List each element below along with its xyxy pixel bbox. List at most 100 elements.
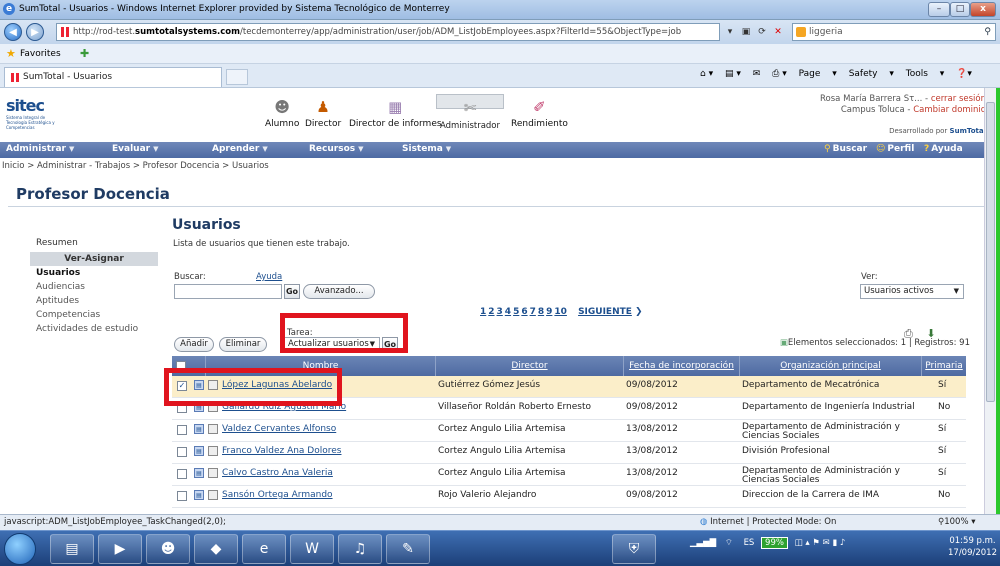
sitec-logo[interactable]: sitec Sistema Integral de Tecnología Est… [6,96,66,130]
refresh-icon[interactable]: ⟳ [754,23,770,41]
back-icon[interactable]: ◀ [4,23,22,41]
nav-recursos[interactable]: Recursos ▼ [309,144,364,154]
clock[interactable]: 01:59 p.m. 17/09/2012 [948,535,997,559]
mail-icon[interactable]: ✉ [753,69,761,79]
user-name-link[interactable]: Valdez Cervantes Alfonso [222,424,336,434]
page-9[interactable]: 9 [546,307,552,317]
col-director[interactable]: Director [436,356,624,376]
language-indicator[interactable]: ES [744,538,755,548]
profile-card-icon[interactable]: ▤ [194,446,204,456]
row-checkbox[interactable] [177,491,187,501]
breadcrumb[interactable]: Inicio > Administrar - Trabajos > Profes… [2,161,269,171]
feeds-icon[interactable]: ▤ ▾ [725,69,741,79]
search-icon[interactable]: ⚲ [984,24,991,40]
shield-icon[interactable]: ⛨ [612,534,656,564]
safety-menu[interactable]: Safety ▾ [849,69,894,79]
row-checkbox[interactable] [177,425,187,435]
page-2[interactable]: 2 [488,307,494,317]
nav-sistema[interactable]: Sistema ▼ [402,144,451,154]
col-organizacion[interactable]: Organización principal [740,356,922,376]
zoom-level[interactable]: ⚲100% ▾ [938,517,976,527]
page-7[interactable]: 7 [530,307,536,317]
messenger-icon[interactable]: ☻ [146,534,190,564]
maximize-button[interactable]: □ [950,2,970,17]
add-favorite-icon[interactable]: ✚ [80,47,89,60]
explorer-icon[interactable]: ▤ [50,534,94,564]
nav-perfil[interactable]: ☺ Perfil [876,144,914,154]
mail-icon[interactable] [208,424,218,434]
delete-button[interactable]: Eliminar [219,337,267,352]
sidebar-item-usuarios[interactable]: Usuarios [30,266,158,280]
forward-icon[interactable]: ▶ [26,23,44,41]
internet-explorer-icon[interactable]: e [242,534,286,564]
mail-icon[interactable] [208,490,218,500]
media-icon[interactable]: ▶ [98,534,142,564]
table-row[interactable]: ▤ Sansón Ortega Armando Rojo Valerio Ale… [172,486,966,508]
home-icon[interactable]: ⌂ ▾ [700,69,713,79]
security-zone[interactable]: ◍ Internet | Protected Mode: On [700,517,836,527]
next-page-link[interactable]: SIGUIENTE [578,307,632,317]
nav-buscar[interactable]: ⚲ Buscar [824,144,867,154]
close-button[interactable]: x [970,2,996,17]
col-primaria[interactable]: Primaria [922,356,966,376]
sidebar-item-aptitudes[interactable]: Aptitudes [30,294,158,308]
start-button[interactable] [4,533,36,565]
nav-administrar[interactable]: Administrar ▼ [6,144,74,154]
profile-card-icon[interactable]: ▤ [194,468,204,478]
scroll-thumb[interactable] [986,102,995,402]
compat-icon[interactable]: ▣ [738,23,754,41]
role-director[interactable]: ♟ Director [305,98,341,129]
tray-icons[interactable]: ◫ ▴ ⚑ ✉ ▮ ♪ [795,538,846,548]
table-row[interactable]: ▤ Valdez Cervantes Alfonso Cortez Angulo… [172,420,966,442]
search-go-button[interactable]: Go [284,284,300,299]
sidebar-item-competencias[interactable]: Competencias [30,308,158,322]
new-tab-button[interactable] [226,69,248,85]
profile-card-icon[interactable]: ▤ [194,490,204,500]
page-5[interactable]: 5 [513,307,519,317]
add-button[interactable]: Añadir [174,337,214,352]
table-row[interactable]: ▤ Franco Valdez Ana Dolores Cortez Angul… [172,442,966,464]
mail-icon[interactable] [208,468,218,478]
sidebar-item-audiencias[interactable]: Audiencias [30,280,158,294]
table-row[interactable]: ▤ Calvo Castro Ana Valeria Cortez Angulo… [172,464,966,486]
advanced-button[interactable]: Avanzado... [303,284,375,299]
role-director-informes[interactable]: ▦ Director de informes [349,98,442,129]
wifi-icon[interactable]: ⌔ [725,538,733,548]
favorites-button[interactable]: Favorites [20,49,61,59]
mail-icon[interactable] [208,446,218,456]
page-3[interactable]: 3 [497,307,503,317]
change-domain-link[interactable]: Cambiar dominio [913,105,986,115]
nav-evaluar[interactable]: Evaluar ▼ [112,144,158,154]
word-icon[interactable]: W [290,534,334,564]
address-bar[interactable]: http://rod-test.sumtotalsystems.com/tecd… [56,23,720,41]
page-6[interactable]: 6 [521,307,527,317]
dropdown-icon[interactable]: ▾ [722,23,738,41]
col-fecha[interactable]: Fecha de incorporación [624,356,740,376]
minimize-button[interactable]: – [928,2,950,17]
battery-indicator[interactable]: 99% [761,537,788,549]
tab-sumtotal[interactable]: SumTotal - Usuarios [4,67,222,87]
user-name-link[interactable]: Calvo Castro Ana Valeria [222,468,333,478]
help-link[interactable]: Ayuda [256,272,282,282]
page-4[interactable]: 4 [505,307,511,317]
search-input[interactable] [174,284,282,299]
row-checkbox[interactable] [177,469,187,479]
next-arrow-icon[interactable]: ❯ [635,307,643,317]
tools-menu[interactable]: Tools ▾ [906,69,945,79]
signal-icon[interactable]: ▁▃▅▇ [690,538,716,548]
page-menu[interactable]: Page ▾ [799,69,837,79]
favorites-star-icon[interactable]: ★ [6,47,16,60]
role-rendimiento[interactable]: ✐ Rendimiento [511,98,568,129]
help-icon[interactable]: ❓▾ [956,69,972,79]
page-10[interactable]: 10 [554,307,567,317]
role-administrador[interactable]: ✄ Administrador [436,94,505,131]
page-1[interactable]: 1 [480,307,486,317]
view-select[interactable]: Usuarios activos ▼ [860,284,964,299]
search-box[interactable]: liggeria ⚲ [792,23,996,41]
nav-aprender[interactable]: Aprender ▼ [212,144,268,154]
print-icon[interactable]: ⎙ ▾ [772,69,787,79]
office-icon[interactable]: ◆ [194,534,238,564]
nav-ayuda[interactable]: ? Ayuda [924,144,963,154]
stop-icon[interactable]: ✕ [770,23,786,41]
user-name-link[interactable]: Sansón Ortega Armando [222,490,333,500]
